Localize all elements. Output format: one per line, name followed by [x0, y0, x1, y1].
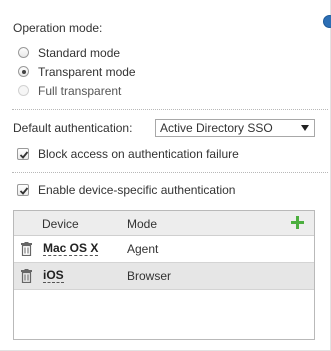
section-divider — [12, 109, 328, 110]
device-specific-auth-checkbox[interactable] — [17, 184, 29, 196]
authentication-panel: Operation mode: Standard mode Transparen… — [0, 0, 331, 351]
operation-mode-label: Operation mode: — [13, 21, 103, 35]
dropdown-arrow-icon — [301, 125, 309, 131]
table-row[interactable]: iOS Browser — [14, 263, 314, 290]
radio-full-transparent — [18, 85, 29, 96]
device-mode: Agent — [127, 242, 159, 256]
device-table: Device Mode Mac OS X Agent iOS Browser — [13, 210, 315, 340]
plus-icon[interactable] — [291, 216, 304, 229]
device-mode: Browser — [127, 269, 172, 283]
radio-transparent-mode[interactable] — [18, 66, 29, 77]
block-access-label[interactable]: Block access on authentication failure — [38, 147, 239, 161]
default-authentication-label: Default authentication: — [13, 121, 133, 135]
radio-standard-mode[interactable] — [18, 47, 29, 58]
trash-icon[interactable] — [21, 269, 32, 283]
default-authentication-select[interactable]: Active Directory SSO — [155, 119, 315, 137]
default-authentication-value: Active Directory SSO — [160, 121, 273, 135]
column-header-mode[interactable]: Mode — [127, 217, 157, 231]
radio-standard-mode-label[interactable]: Standard mode — [38, 46, 120, 60]
radio-full-transparent-label: Full transparent — [38, 84, 122, 98]
column-header-device[interactable]: Device — [42, 217, 79, 231]
checkmark-icon — [19, 187, 29, 195]
device-name[interactable]: Mac OS X — [43, 242, 99, 256]
table-row[interactable]: Mac OS X Agent — [14, 236, 314, 263]
radio-transparent-mode-label[interactable]: Transparent mode — [38, 65, 136, 79]
corner-indicator — [323, 15, 331, 28]
device-table-header: Device Mode — [14, 211, 314, 236]
block-access-checkbox[interactable] — [17, 148, 29, 160]
checkmark-icon — [19, 151, 29, 159]
device-name[interactable]: iOS — [43, 269, 64, 283]
trash-icon[interactable] — [21, 242, 32, 256]
device-specific-auth-label[interactable]: Enable device-specific authentication — [38, 183, 235, 197]
section-divider — [12, 172, 328, 173]
